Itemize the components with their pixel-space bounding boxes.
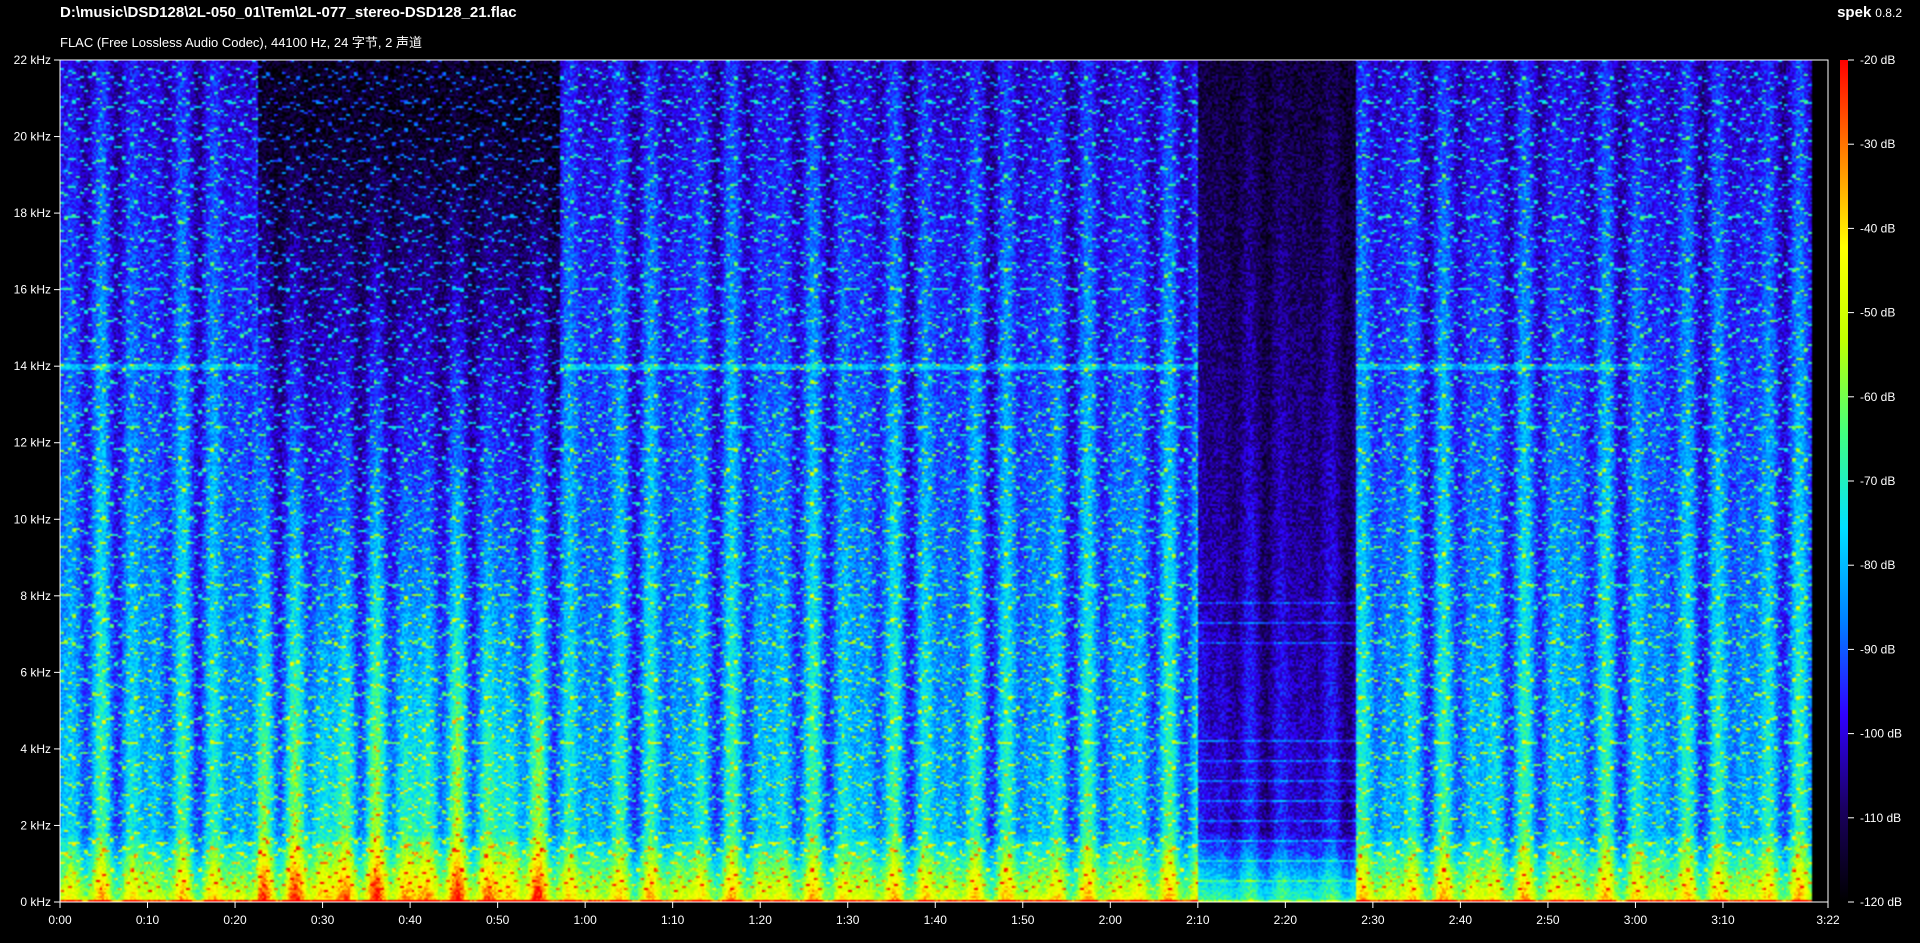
colorbar-tick-label: -120 dB [1860,895,1902,909]
x-tick-label: 3:00 [1624,913,1648,927]
x-tick-label: 3:22 [1816,913,1840,927]
y-tick-label: 0 kHz [20,895,51,909]
y-axis: 0 kHz 2 kHz 4 kHz 6 kHz 8 kHz 10 kHz 12 kHz 14 … [14,53,60,909]
x-tick-label: 0:40 [398,913,422,927]
colorbar-tick-label: -100 dB [1860,727,1902,741]
x-tick-label: 2:10 [1186,913,1210,927]
y-tick-label: 18 kHz [14,206,51,220]
colorbar-tick-label: -110 dB [1860,811,1901,825]
x-tick-label: 2:00 [1099,913,1123,927]
colorbar-tick-label: -70 dB [1860,474,1895,488]
y-tick-label: 8 kHz [20,589,51,603]
y-tick-label: 12 kHz [14,436,51,450]
x-tick-label: 1:10 [661,913,685,927]
colorbar-tick-label: -30 dB [1860,137,1895,151]
x-tick-label: 1:00 [573,913,597,927]
y-tick-label: 4 kHz [20,742,51,756]
colorbar [1840,60,1848,902]
x-tick-label: 0:20 [223,913,247,927]
colorbar-tick-label: -50 dB [1860,306,1895,320]
x-tick-label: 0:00 [48,913,72,927]
colorbar-axis: -20 dB -30 dB -40 dB -50 dB -60 dB -70 dB -80 … [1848,53,1902,909]
y-tick-label: 22 kHz [14,53,51,67]
x-tick-label: 3:10 [1711,913,1735,927]
x-tick-label: 1:40 [924,913,948,927]
colorbar-tick-label: -60 dB [1860,390,1895,404]
y-tick-label: 14 kHz [14,359,51,373]
colorbar-tick-label: -20 dB [1860,53,1895,67]
x-tick-label: 2:40 [1449,913,1473,927]
y-tick-label: 10 kHz [14,512,51,526]
spectrogram-heatmap [60,60,1828,902]
x-tick-label: 0:10 [136,913,160,927]
y-tick-label: 16 kHz [14,283,51,297]
x-tick-label: 0:50 [486,913,510,927]
x-tick-label: 2:50 [1536,913,1560,927]
y-tick-label: 2 kHz [20,818,51,832]
x-tick-label: 1:50 [1011,913,1035,927]
y-tick-label: 6 kHz [20,665,51,679]
y-tick-label: 20 kHz [14,130,51,144]
colorbar-tick-label: -90 dB [1860,642,1895,656]
colorbar-tick-label: -40 dB [1860,221,1895,235]
x-tick-label: 2:20 [1274,913,1298,927]
colorbar-tick-label: -80 dB [1860,558,1895,572]
x-axis: 0:00 0:10 0:20 0:30 0:40 0:50 1:00 1:10 1:20 1:30… [48,902,1840,927]
x-tick-label: 0:30 [311,913,335,927]
x-tick-label: 1:30 [836,913,860,927]
x-tick-label: 2:30 [1361,913,1385,927]
spectrogram-chart: 0:00 0:10 0:20 0:30 0:40 0:50 1:00 1:10 1:20 1:30… [14,53,1902,927]
x-tick-label: 1:20 [749,913,773,927]
